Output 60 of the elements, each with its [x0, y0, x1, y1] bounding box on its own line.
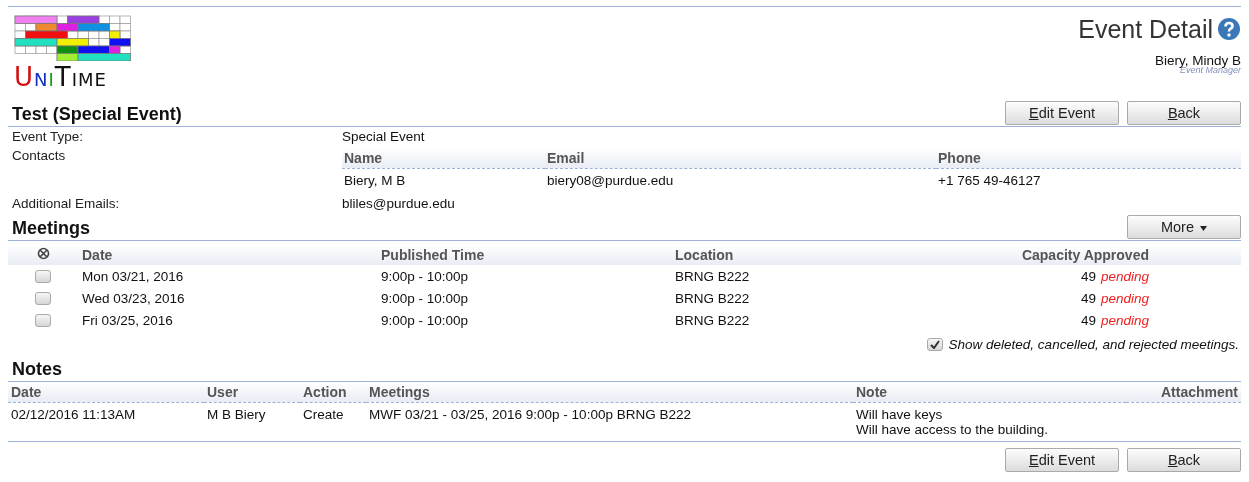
column-header: Location: [671, 245, 825, 265]
column-header: Action: [300, 382, 366, 403]
field-label: Additional Emails:: [12, 196, 121, 211]
approval-status: pending: [1100, 290, 1149, 306]
section-title: Test (Special Event): [11, 103, 182, 125]
table-cell: 02/12/2016 11:13AM: [8, 402, 204, 437]
table-cell-text: BRNG B222: [674, 289, 751, 308]
page-title: Event Detail: [1078, 15, 1213, 43]
column-header: User: [204, 382, 300, 403]
table-cell: M B Biery: [204, 402, 300, 437]
column-header: Email: [545, 148, 936, 169]
table-cell: Biery, M B: [342, 168, 545, 192]
column-header: Note: [853, 382, 1127, 403]
select-all-icon[interactable]: [36, 247, 50, 260]
capacity-value: 49: [1080, 290, 1096, 306]
back-button[interactable]: Back: [1127, 448, 1241, 472]
table-cell: +1 765 49-46127: [936, 168, 1241, 192]
column-header: Date: [78, 245, 377, 265]
approval-status: pending: [1100, 268, 1149, 284]
logo-text: UniTime: [14, 63, 108, 91]
section-title: Notes: [11, 358, 62, 380]
capacity-value: 49: [1080, 312, 1096, 328]
table-cell: Mon 03/21, 2016: [78, 265, 377, 287]
column-header: Meetings: [366, 382, 853, 403]
checkbox[interactable]: [35, 314, 51, 328]
note-text: Will have access to the building.: [856, 422, 1050, 437]
checkbox[interactable]: [35, 270, 51, 284]
field-value: Special Event: [342, 129, 425, 144]
edit-event-button[interactable]: Edit Event: [1005, 101, 1119, 125]
table-cell-text: 9:00p - 10:00p: [380, 289, 470, 308]
table-cell: BRNG B222: [671, 265, 825, 287]
column-header: Published Time: [377, 245, 671, 265]
edit-event-button[interactable]: Edit Event: [1005, 448, 1119, 472]
table-cell-text: 9:00p - 10:00p: [380, 311, 470, 330]
capacity-value: 49: [1080, 268, 1096, 284]
table-cell-text: Fri 03/25, 2016: [81, 311, 174, 330]
caret-icon: [1200, 225, 1207, 231]
table-cell-text: Wed 03/23, 2016: [81, 289, 186, 308]
column-header: Capacity Approved: [824, 245, 1241, 265]
checkbox[interactable]: [926, 338, 943, 351]
table-cell-text: BRNG B222: [674, 311, 751, 330]
field-label: Contacts: [12, 148, 67, 165]
back-button[interactable]: Back: [1127, 101, 1241, 125]
table-cell: Create: [300, 402, 366, 437]
column-header: Name: [342, 148, 545, 169]
table-cell: MWF 03/21 - 03/25, 2016 9:00p - 10:00p BRNG B222: [366, 402, 853, 437]
section-title: Meetings: [11, 217, 90, 239]
checkbox[interactable]: [35, 292, 51, 306]
field-label: Event Type:: [12, 129, 85, 144]
help-icon[interactable]: [1217, 17, 1241, 41]
field-value: bliles@purdue.edu: [342, 196, 455, 211]
column-header: Date: [8, 382, 204, 403]
column-header: Phone: [936, 148, 1241, 169]
column-header: Attachment: [1126, 382, 1241, 403]
table-cell: biery08@purdue.edu: [545, 168, 936, 192]
note-text: Will have keys: [856, 407, 944, 422]
more-button[interactable]: More: [1127, 215, 1241, 239]
approval-status: pending: [1100, 312, 1149, 328]
checkbox-label: Show deleted, cancelled, and rejected meetings.: [948, 337, 1239, 352]
table-cell: 9:00p - 10:00p: [377, 265, 671, 287]
